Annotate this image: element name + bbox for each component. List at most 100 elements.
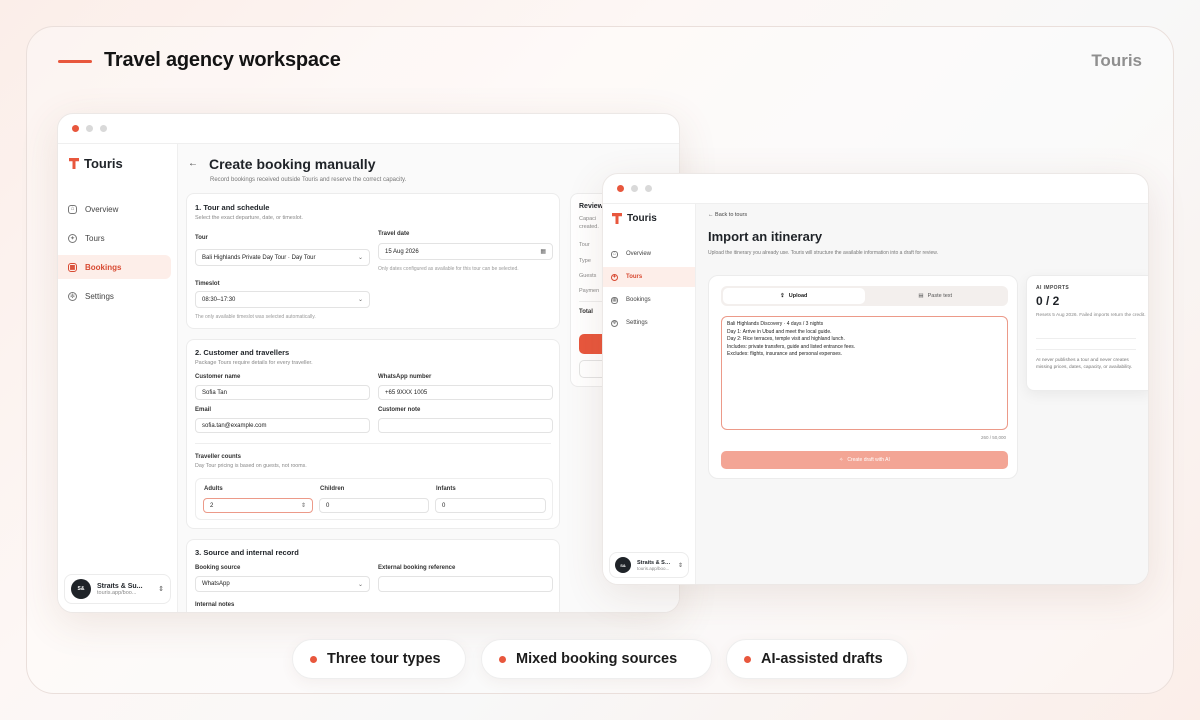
timeslot-value: 08:30–17:30 <box>202 296 236 303</box>
app-logo[interactable]: Touris <box>612 213 657 224</box>
chevron-down-icon: ⌄ <box>357 297 363 303</box>
card-title: 3. Source and internal record <box>195 548 299 557</box>
sparkle-icon: ✧ <box>839 457 844 463</box>
back-arrow-icon: ← <box>708 212 716 218</box>
feature-pill: Mixed booking sources <box>481 639 712 679</box>
children-stepper[interactable]: 0 <box>319 498 429 513</box>
sidebar-item-bookings[interactable]: ▦ Bookings <box>603 290 695 310</box>
sidebar-item-tours[interactable]: ✦ Tours <box>603 267 695 287</box>
sidebar-item-label: Tours <box>85 233 105 243</box>
create-draft-label: Create draft with AI <box>847 457 890 463</box>
sidebar-item-tours[interactable]: ✦ Tours <box>58 226 177 250</box>
tour-select-value: Bali Highlands Private Day Tour · Day To… <box>202 254 316 261</box>
feature-pill: Three tour types <box>292 639 466 679</box>
review-row-type: Type <box>579 258 591 264</box>
calendar-icon: ▦ <box>540 249 546 255</box>
tour-select[interactable]: Bali Highlands Private Day Tour · Day To… <box>195 249 370 266</box>
maximize-dot[interactable] <box>100 125 107 132</box>
customer-note-input[interactable] <box>378 418 553 433</box>
create-draft-button[interactable]: ✧ Create draft with AI <box>721 451 1008 469</box>
page-title: Import an itinerary <box>708 229 823 244</box>
timeslot-label: Timeslot <box>195 281 220 287</box>
close-dot[interactable] <box>72 125 79 132</box>
timeslot-select[interactable]: 08:30–17:30 ⌄ <box>195 291 370 308</box>
chevron-down-icon: ⌄ <box>357 255 363 261</box>
ai-imports-reset-note: Resets 5 Aug 2026. Failed imports return… <box>1036 313 1146 318</box>
logo-text: Touris <box>84 156 123 171</box>
traveller-counts-title: Traveller counts <box>195 454 242 460</box>
chevron-updown-icon: ⇕ <box>158 586 164 593</box>
avatar: S& <box>71 579 91 599</box>
account-switcher[interactable]: S& Straits & Su... touris.app/boo... ⇕ <box>64 574 171 604</box>
whatsapp-label: WhatsApp number <box>378 374 432 380</box>
chevron-down-icon: ⌄ <box>357 581 363 588</box>
account-name: Straits & Su... <box>637 559 672 566</box>
review-title: Review <box>579 203 604 210</box>
compass-icon: ✦ <box>68 233 77 243</box>
close-dot[interactable] <box>617 185 624 192</box>
feature-pill-label: Mixed booking sources <box>516 651 678 667</box>
character-counter: 260 / 50,000 <box>980 435 1006 440</box>
bullet-dot-icon <box>310 655 317 663</box>
avatar: S& <box>615 557 631 573</box>
minimize-dot[interactable] <box>86 125 93 132</box>
sidebar-item-settings[interactable]: ✻ Settings <box>58 284 177 308</box>
review-row-guests: Guests <box>579 273 597 279</box>
travel-date-input[interactable]: 15 Aug 2026 ▦ <box>378 243 553 260</box>
adults-stepper[interactable]: 2 ⇕ <box>203 498 313 513</box>
page-subtitle: Upload the itinerary you already use. To… <box>708 250 939 256</box>
ai-imports-heading: AI IMPORTS <box>1036 285 1070 291</box>
travel-date-value: 15 Aug 2026 <box>385 248 419 255</box>
customer-name-input[interactable]: Sofia Tan <box>195 385 370 400</box>
sidebar-item-label: Bookings <box>85 262 122 272</box>
external-ref-input[interactable] <box>378 576 553 592</box>
sidebar-item-settings[interactable]: ✻ Settings <box>603 313 695 333</box>
logo-mark-icon <box>69 158 79 169</box>
booking-source-value: WhatsApp <box>202 581 230 587</box>
sidebar: Touris ⌂ Overview ✦ Tours ▦ Bookings ✻ Setti… <box>58 144 178 612</box>
minimize-dot[interactable] <box>631 185 638 192</box>
sidebar-item-label: Settings <box>85 291 114 301</box>
app-logo[interactable]: Touris <box>69 156 123 171</box>
source-record-card: 3. Source and internal record Booking so… <box>186 539 560 612</box>
back-to-tours-link[interactable]: ← Back to tours <box>708 212 747 218</box>
sidebar-item-overview[interactable]: ⌂ Overview <box>58 197 177 221</box>
sidebar: Touris ⌂ Overview ✦ Tours ▦ Bookings ✻ Setti… <box>603 204 696 584</box>
review-row-payment: Paymen <box>579 288 600 294</box>
document-icon: ▤ <box>918 293 924 299</box>
email-label: Email <box>195 407 212 413</box>
tab-paste-text[interactable]: ▤ Paste text <box>865 288 1007 304</box>
account-switcher[interactable]: S& Straits & Su... touris.app/boo... ⇕ <box>609 552 689 578</box>
tab-label: Upload <box>788 293 808 299</box>
stepper-arrows-icon: ⇕ <box>300 503 306 509</box>
sidebar-nav: ⌂ Overview ✦ Tours ▦ Bookings ✻ Settings <box>58 197 177 313</box>
maximize-dot[interactable] <box>645 185 652 192</box>
card-title: 1. Tour and schedule <box>195 203 270 212</box>
traveller-counts-subtitle: Day Tour pricing is based on guests, not… <box>195 463 307 469</box>
back-link-label: Back to tours <box>715 212 748 218</box>
home-icon: ⌂ <box>611 250 618 258</box>
itinerary-textarea[interactable]: Bali Highlands Discovery · 4 days / 3 ni… <box>721 316 1008 430</box>
infants-label: Infants <box>436 486 456 492</box>
internal-notes-label: Internal notes <box>195 602 235 608</box>
sidebar-item-bookings[interactable]: ▦ Bookings <box>58 255 171 279</box>
infants-stepper[interactable]: 0 <box>435 498 546 513</box>
sidebar-item-overview[interactable]: ⌂ Overview <box>603 244 695 264</box>
window-chrome <box>58 114 679 144</box>
email-field[interactable]: sofia.tan@example.com <box>195 418 370 433</box>
tab-upload[interactable]: ⇪ Upload <box>723 288 865 304</box>
sidebar-item-label: Settings <box>626 320 648 326</box>
booking-source-select[interactable]: WhatsApp ⌄ <box>195 576 370 592</box>
back-arrow-icon[interactable]: ← <box>188 158 198 169</box>
chevron-updown-icon: ⇕ <box>677 562 683 569</box>
whatsapp-input[interactable]: +65 9XXX 1005 <box>378 385 553 400</box>
card-title: 2. Customer and travellers <box>195 348 290 357</box>
logo-mark-icon <box>612 213 622 224</box>
calendar-icon: ▦ <box>611 296 618 304</box>
account-name: Straits & Su... <box>97 582 143 590</box>
window-chrome <box>603 174 1148 204</box>
customer-travellers-card: 2. Customer and travellers Package Tours… <box>186 339 560 529</box>
feature-pill-label: Three tour types <box>327 651 441 667</box>
account-url: touris.app/boo... <box>637 565 670 571</box>
import-card: ⇪ Upload ▤ Paste text Bali Highlands Disco… <box>708 275 1018 479</box>
